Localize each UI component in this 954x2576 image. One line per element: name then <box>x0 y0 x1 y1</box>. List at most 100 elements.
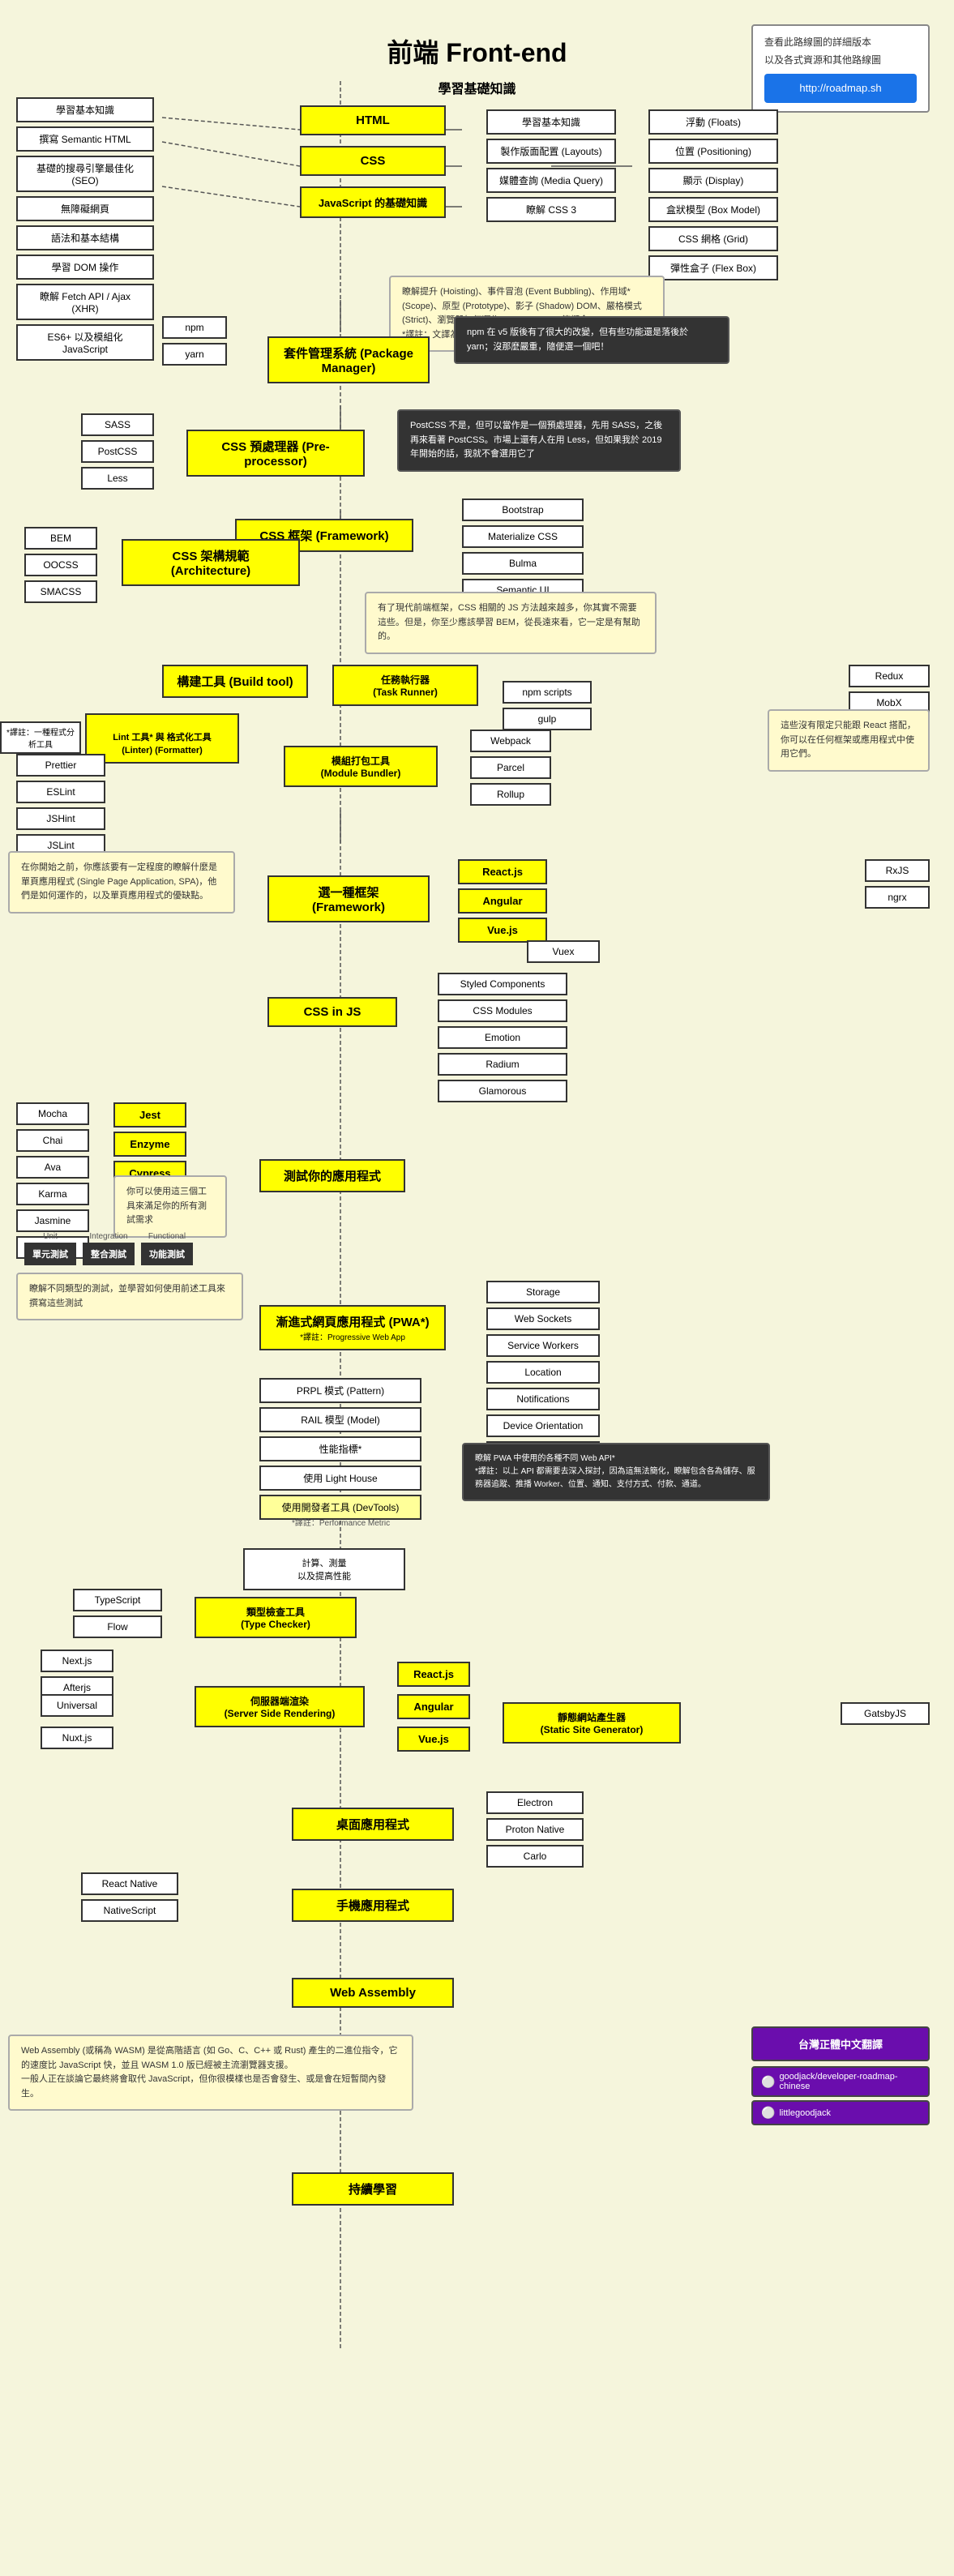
ssr-box: 伺服器端渲染 (Server Side Rendering) <box>195 1686 365 1727</box>
rxjs-box: RxJS <box>865 859 930 882</box>
roadmap-note-text: 查看此路線圖的詳細版本 以及各式資源和其他路線圖 <box>764 34 917 69</box>
css-basic-0: 學習基本知識 <box>486 109 616 135</box>
mobile-items-group: React Native NativeScript <box>81 1872 178 1922</box>
state-note-text: 這些沒有限定只能跟 React 搭配，你可以在任何框架或應用程式中使用它們。 <box>781 719 917 762</box>
test-types-group: Unit 單元測試 Integration 整合測試 Functional 功能… <box>24 1232 193 1265</box>
roadmap-link[interactable]: http://roadmap.sh <box>764 74 917 102</box>
basic-item-6: 瞭解 Fetch API / Ajax (XHR) <box>16 284 154 320</box>
proton-native-box: Proton Native <box>486 1818 584 1841</box>
task-runner-label: 任務執行器 (Task Runner) <box>373 674 438 698</box>
css-in-js-items-group: Styled Components CSS Modules Emotion Ra… <box>438 973 567 1102</box>
ssr-vue-box: Vue.js <box>397 1727 470 1752</box>
wasm-note: Web Assembly (或稱為 WASM) 是從高階語言 (如 Go、C、C… <box>8 2035 413 2111</box>
unit-label: Unit <box>43 1232 58 1241</box>
eslint-box: ESLint <box>16 781 105 803</box>
location-box: Location <box>486 1361 600 1384</box>
basic-item-3: 無障礙網頁 <box>16 196 154 221</box>
wasm-box: Web Assembly <box>292 1978 454 2008</box>
translation-link-1[interactable]: ⚪ littlegoodjack <box>751 2100 930 2125</box>
glamorous-box: Glamorous <box>438 1080 567 1102</box>
reactjs-box: React.js <box>458 859 547 884</box>
css-in-js-box: CSS in JS <box>267 997 397 1027</box>
storage-box: Storage <box>486 1281 600 1303</box>
nativescript-box: NativeScript <box>81 1899 178 1922</box>
parcel-box: Parcel <box>470 756 551 779</box>
jasmine-box: Jasmine <box>16 1209 89 1232</box>
css-preprocessor-box: CSS 預處理器 (Pre-processor) <box>186 430 365 477</box>
sass-box: SASS <box>81 413 154 436</box>
github-icon-0: ⚪ <box>761 2075 775 2089</box>
lighthouse-box: 使用 Light House <box>259 1466 421 1491</box>
basic-item-1: 撰寫 Semantic HTML <box>16 126 154 152</box>
css-flexbox: 彈性盒子 (Flex Box) <box>648 255 778 280</box>
css-preprocessor-note-text: PostCSS 不是，但可以當作是一個預處理器，先用 SASS，之後再來看著 P… <box>410 419 668 462</box>
jest-box: Jest <box>113 1102 186 1128</box>
css-basics-group: 學習基本知識 製作版面配置 (Layouts) 媒體查詢 (Media Quer… <box>486 109 616 222</box>
typescript-box: TypeScript <box>73 1589 162 1611</box>
css-modules-box: CSS Modules <box>438 999 567 1022</box>
service-workers-box: Service Workers <box>486 1334 600 1357</box>
translation-box: 台灣正體中文翻譯 ⚪ goodjack/developer-roadmap-ch… <box>751 2026 930 2125</box>
mocha-box: Mocha <box>16 1102 89 1125</box>
type-checker-label: 類型檢查工具 (Type Checker) <box>241 1607 310 1630</box>
bem-box: BEM <box>24 527 97 550</box>
redux-box: Redux <box>849 665 930 687</box>
css-box: CSS <box>300 146 446 176</box>
npm-box: npm <box>162 316 227 339</box>
rxjs-ngrx-group: RxJS ngrx <box>865 859 930 909</box>
roadmap-info-box: 查看此路線圖的詳細版本 以及各式資源和其他路線圖 http://roadmap.… <box>751 24 930 113</box>
karma-box: Karma <box>16 1183 89 1205</box>
basic-item-2: 基礎的搜尋引擎最佳化 (SEO) <box>16 156 154 192</box>
html-css-js-group: HTML CSS JavaScript 的基礎知識 <box>292 105 454 218</box>
vuex-box: Vuex <box>527 940 600 963</box>
css-basic-1: 製作版面配置 (Layouts) <box>486 139 616 164</box>
css-float: 浮動 (Floats) <box>648 109 778 135</box>
css-arch-box: CSS 架構規範 (Architecture) <box>122 539 300 586</box>
wasm-note-text: Web Assembly (或稱為 WASM) 是從高階語言 (如 Go、C、C… <box>21 2044 400 2101</box>
test-label-box: 測試你的應用程式 <box>259 1159 405 1192</box>
unit-test-box: 單元測試 <box>24 1243 76 1265</box>
integration-label: Integration <box>89 1232 127 1241</box>
device-orientation-box: Device Orientation <box>486 1414 600 1437</box>
postcss-box: PostCSS <box>81 440 154 463</box>
smacss-box: SMACSS <box>24 580 97 603</box>
bootstrap-box: Bootstrap <box>462 499 584 521</box>
enzyme-box: Enzyme <box>113 1132 186 1157</box>
styled-components-box: Styled Components <box>438 973 567 995</box>
nextjs-box: Next.js <box>41 1650 113 1672</box>
css-preprocessor-note: PostCSS 不是，但可以當作是一個預處理器，先用 SASS，之後再來看著 P… <box>397 409 681 472</box>
css-preprocessors-group: SASS PostCSS Less <box>81 413 154 490</box>
webpack-box: Webpack <box>470 730 551 752</box>
pkg-managers-group: npm yarn <box>162 316 227 366</box>
jshint-box: JSHint <box>16 807 105 830</box>
type-checker-box: 類型檢查工具 (Type Checker) <box>195 1597 357 1638</box>
ngrx-box: ngrx <box>865 886 930 909</box>
pwa-label: 漸進式網頁應用程式 (PWA*) <box>274 1313 431 1330</box>
gulp-box: gulp <box>503 708 592 730</box>
test-note: 你可以使用這三個工具來滿足你的所有測試需求 <box>113 1175 227 1238</box>
ssr-universal-box: Universal <box>41 1694 113 1717</box>
pwa-api-note-text: 瞭解 PWA 中使用的各種不同 Web API* *譯註：以上 API 都需要去… <box>475 1453 757 1491</box>
css-position: 位置 (Positioning) <box>648 139 778 164</box>
yarn-box: yarn <box>162 343 227 366</box>
spa-note-text: 在你開始之前，你應該要有一定程度的瞭解什麼是單頁應用程式 (Single Pag… <box>21 861 222 904</box>
integration-test-box: 整合測試 <box>83 1243 135 1265</box>
bulma-box: Bulma <box>462 552 584 575</box>
translation-link-0[interactable]: ⚪ goodjack/developer-roadmap-chinese <box>751 2066 930 2097</box>
keep-learning-box: 持續學習 <box>292 2172 454 2206</box>
calc-note-box: 計算、測量 以及提高性能 <box>243 1548 405 1590</box>
basic-item-4: 語法和基本結構 <box>16 225 154 250</box>
state-mgmt-group: Redux MobX <box>849 665 930 714</box>
translation-label: 台灣正體中文翻譯 <box>751 2026 930 2061</box>
test-types-note: 瞭解不同類型的測試，並學習如何使用前述工具來撰寫這些測試 <box>16 1273 243 1320</box>
radium-box: Radium <box>438 1053 567 1076</box>
basic-item-7: ES6+ 以及模組化 JavaScript <box>16 324 154 361</box>
linter-note-text: *譯註：一種程式分析工具 <box>6 729 75 750</box>
angular-box: Angular <box>458 888 547 914</box>
calc-note-text: 計算、測量 以及提高性能 <box>251 1556 397 1582</box>
css-boxmodel-group: 浮動 (Floats) 位置 (Positioning) 顯示 (Display… <box>648 109 778 280</box>
functional-label: Functional <box>148 1232 186 1241</box>
linter-note-label: *譯註：一種程式分析工具 <box>0 721 81 754</box>
css-grid: CSS 網格 (Grid) <box>648 226 778 251</box>
chai-box: Chai <box>16 1129 89 1152</box>
